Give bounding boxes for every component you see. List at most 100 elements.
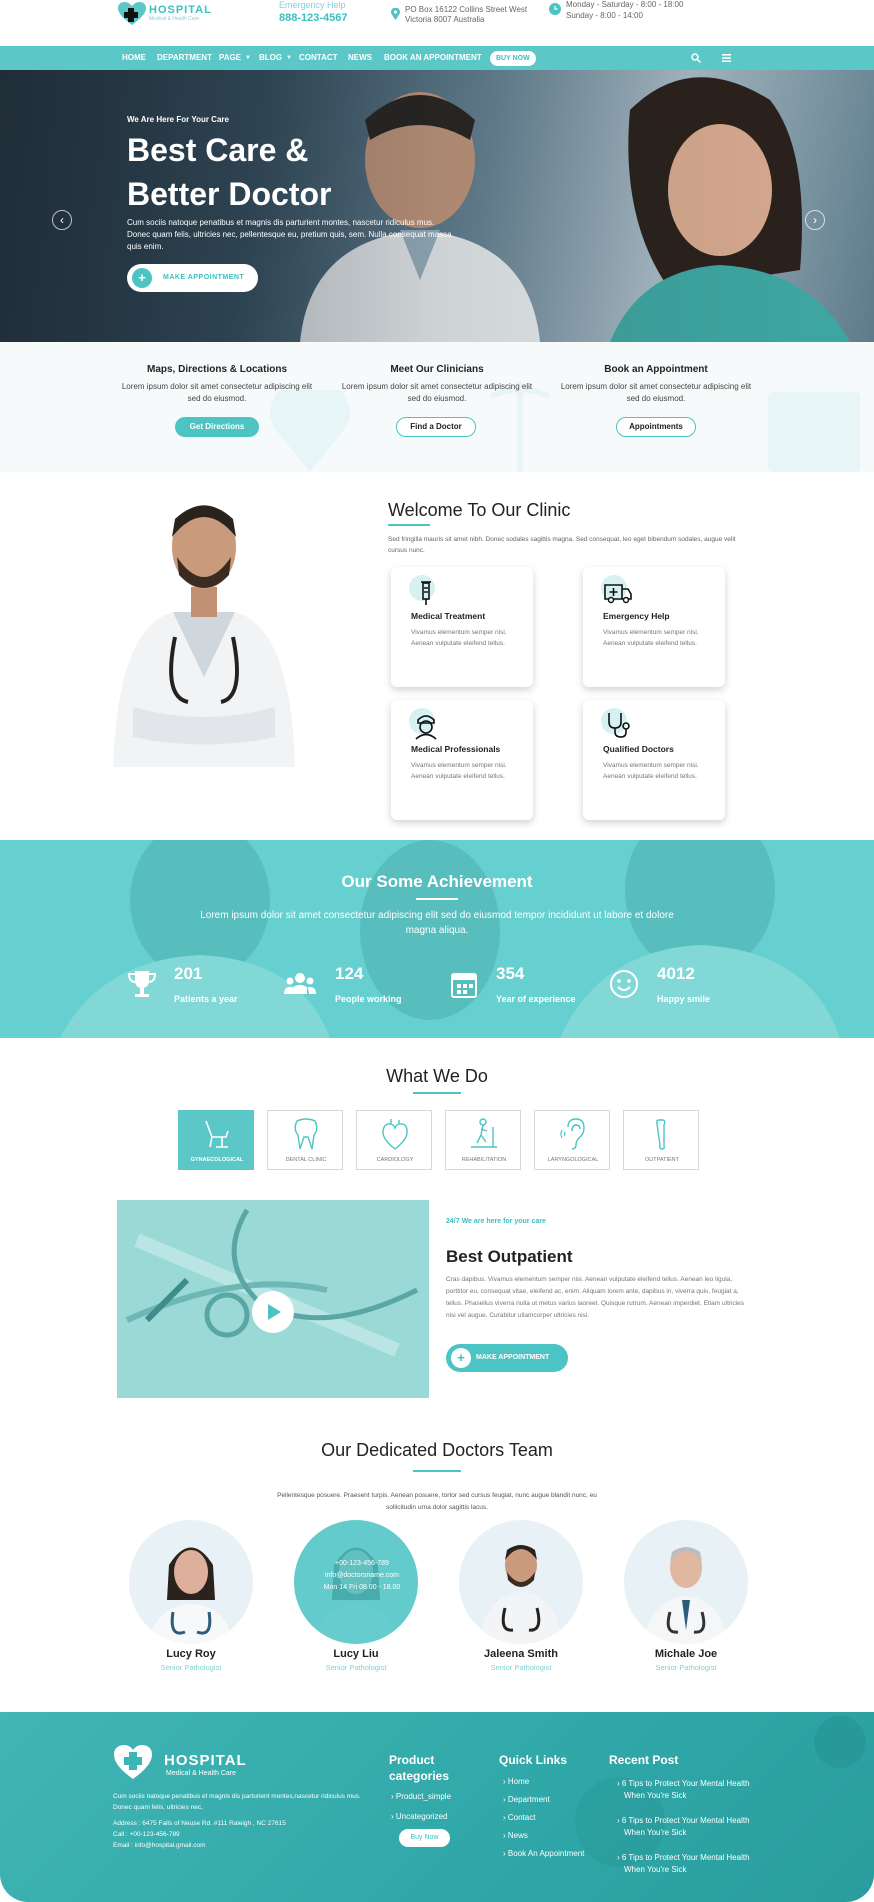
logo-icon[interactable] [117,2,147,26]
footer-product-heading: Product categories [389,1752,449,1784]
tab-laryngological[interactable]: LARYNGOLOGICAL [534,1110,610,1170]
nav-department[interactable]: DEPARTMENT [157,46,212,70]
footer-product-link[interactable]: › Uncategorized [391,1812,447,1821]
nav-book-appointment[interactable]: BOOK AN APPOINTMENT [384,46,482,70]
footer-call[interactable]: Call : +00-123-456-789 [113,1829,180,1840]
nav-blog[interactable]: BLOG [259,46,282,70]
play-button[interactable] [252,1291,294,1333]
get-directions-button[interactable]: Get Directions [175,417,259,437]
achievement-title: Our Some Achievement [341,872,533,891]
footer-quick-link[interactable]: › Book An Appointment [503,1849,584,1858]
nav-page[interactable]: PAGE [219,46,241,70]
bone-icon [656,1119,666,1150]
trophy-icon [127,971,157,997]
stat-value: 354 [496,964,525,983]
footer-post-line-1: › 6 Tips to Protect Your Mental Health [617,1816,750,1825]
hero-title-line-1: Best Care & [127,132,309,168]
appointments-button[interactable]: Appointments [616,417,696,437]
logo-text[interactable]: HOSPITAL [149,4,212,16]
feature-title: Medical Treatment [411,611,486,621]
find-doctor-button[interactable]: Find a Doctor [396,417,476,437]
footer-quick-link[interactable]: › Department [503,1795,550,1804]
feature-text: Vivamus elementum semper nisi. Aenean vu… [603,629,699,647]
footer-quick-link[interactable]: › News [503,1831,528,1840]
footer-post-title: 6 Tips to Protect Your Mental Health [621,1779,750,1788]
doctor-name[interactable]: Lucy Roy [129,1648,253,1660]
hero-kicker: We Are Here For Your Care [127,115,229,124]
nav-home[interactable]: HOME [122,46,146,70]
hero-title-line-2: Better Doctor [127,176,332,212]
footer-recent-post[interactable]: › 6 Tips to Protect Your Mental Health W… [617,1852,767,1876]
tab-cardiology[interactable]: CARDIOLOGY [356,1110,432,1170]
doctor-name[interactable]: Jaleena Smith [459,1648,583,1660]
info-strip [0,342,874,472]
footer-email[interactable]: Email : info@hospital.gmail.com [113,1840,206,1851]
calendar-icon [451,973,477,998]
emergency-label: Emergency Help [279,0,346,10]
footer-quick-link[interactable]: › Home [503,1777,529,1786]
welcome-title: Welcome To Our Clinic [388,500,571,520]
doctor-phone[interactable]: +00-123-456-789 [312,1560,412,1567]
search-icon[interactable] [691,53,701,63]
doctor-name[interactable]: Lucy Liu [294,1648,418,1660]
menu-icon[interactable] [722,54,731,62]
hero-appointment-label: MAKE APPOINTMENT [163,274,245,281]
doctors-title: Our Dedicated Doctors Team [321,1440,553,1460]
tab-label: CARDIOLOGY [376,1157,414,1163]
address-line-2: Victoria 8007 Australia [405,15,485,24]
buy-now-button[interactable]: BUY NOW [490,51,536,66]
footer-product-link[interactable]: › Product_simple [391,1792,451,1801]
info-clinicians-text: Lorem ipsum dolor sit amet consectetur a… [341,382,533,403]
emergency-phone[interactable]: 888-123-4567 [279,12,348,24]
tooth-icon [294,1118,318,1150]
hero-next-arrow[interactable]: › [805,210,825,230]
feature-text: Vivamus elementum semper nisi. Aenean vu… [411,762,507,780]
footer-about-text: Cum sociis natoque penatibus et magnis d… [113,1793,361,1811]
feature-card-medical-professionals[interactable]: Medical Professionals Vivamus elementum … [391,700,533,820]
feature-card-emergency-help[interactable]: Emergency Help Vivamus elementum semper … [583,567,725,687]
play-icon [268,1304,281,1320]
footer-logo-text[interactable]: HOSPITAL [164,1752,247,1769]
doctor-photo[interactable] [459,1520,583,1644]
nav-page-chevron-icon: ▼ [245,55,251,61]
hero-title: Best Care & Better Doctor [127,128,427,216]
footer-logo-icon[interactable] [113,1744,153,1780]
footer-recent-post[interactable]: › 6 Tips to Protect Your Mental Health W… [617,1815,767,1839]
footer-post-line-1: › 6 Tips to Protect Your Mental Health [617,1779,750,1788]
footer-buy-now-button[interactable]: Buy Now [399,1829,450,1847]
feature-card-qualified-doctors[interactable]: Qualified Doctors Vivamus elementum semp… [583,700,725,820]
stat-label: Happy smile [657,994,711,1004]
tab-rehabilitation[interactable]: REHABILITATION [445,1110,521,1170]
hours-line-2: Sunday - 8:00 - 14:00 [566,11,643,20]
doctor-email[interactable]: info@doctorsname.com [312,1572,412,1579]
footer-quick-link-label: News [507,1831,528,1840]
info-clinicians-title: Meet Our Clinicians [390,364,484,375]
footer-recent-post[interactable]: › 6 Tips to Protect Your Mental Health W… [617,1778,767,1802]
hero-prev-arrow[interactable]: ‹ [52,210,72,230]
outpatient-appointment-button[interactable]: + MAKE APPOINTMENT [446,1344,568,1372]
doctor-photo[interactable] [624,1520,748,1644]
ambulance-icon [604,584,632,604]
heart-organ-icon [382,1119,408,1150]
nav-contact[interactable]: CONTACT [299,46,338,70]
stat-value: 4012 [657,964,695,983]
doctor-name[interactable]: Michale Joe [624,1648,748,1660]
doctor-role: Senior Pathologist [160,1663,222,1672]
feature-card-medical-treatment[interactable]: Medical Treatment Vivamus elementum semp… [391,567,533,687]
hero-text: Cum sociis natoque penatibus et magnis d… [127,218,452,251]
doctor-photo[interactable]: +00-123-456-789 info@doctorsname.com Mon… [294,1520,418,1644]
main-nav: HOME DEPARTMENT PAGE ▼ BLOG ▼ CONTACT NE… [0,46,874,70]
tab-outpatient[interactable]: OUTPATIENT [623,1110,699,1170]
doctor-photo[interactable] [129,1520,253,1644]
people-icon [284,973,316,994]
tab-dental-clinic[interactable]: DENTAL CLINIC [267,1110,343,1170]
nav-news[interactable]: NEWS [348,46,372,70]
ear-icon [560,1118,585,1150]
hero-appointment-button[interactable]: + MAKE APPOINTMENT [127,264,258,292]
info-directions-title: Maps, Directions & Locations [146,364,288,375]
tab-gynaecological[interactable]: GYNAECOLOGICAL [178,1110,254,1170]
outpatient-kicker: 24/7 We are here for your care [446,1218,546,1225]
hours-line-1: Monday - Saturday - 8:00 - 18:00 [566,0,684,9]
footer-quick-link[interactable]: › Contact [503,1813,535,1822]
outpatient-title: Best Outpatient [446,1247,573,1266]
